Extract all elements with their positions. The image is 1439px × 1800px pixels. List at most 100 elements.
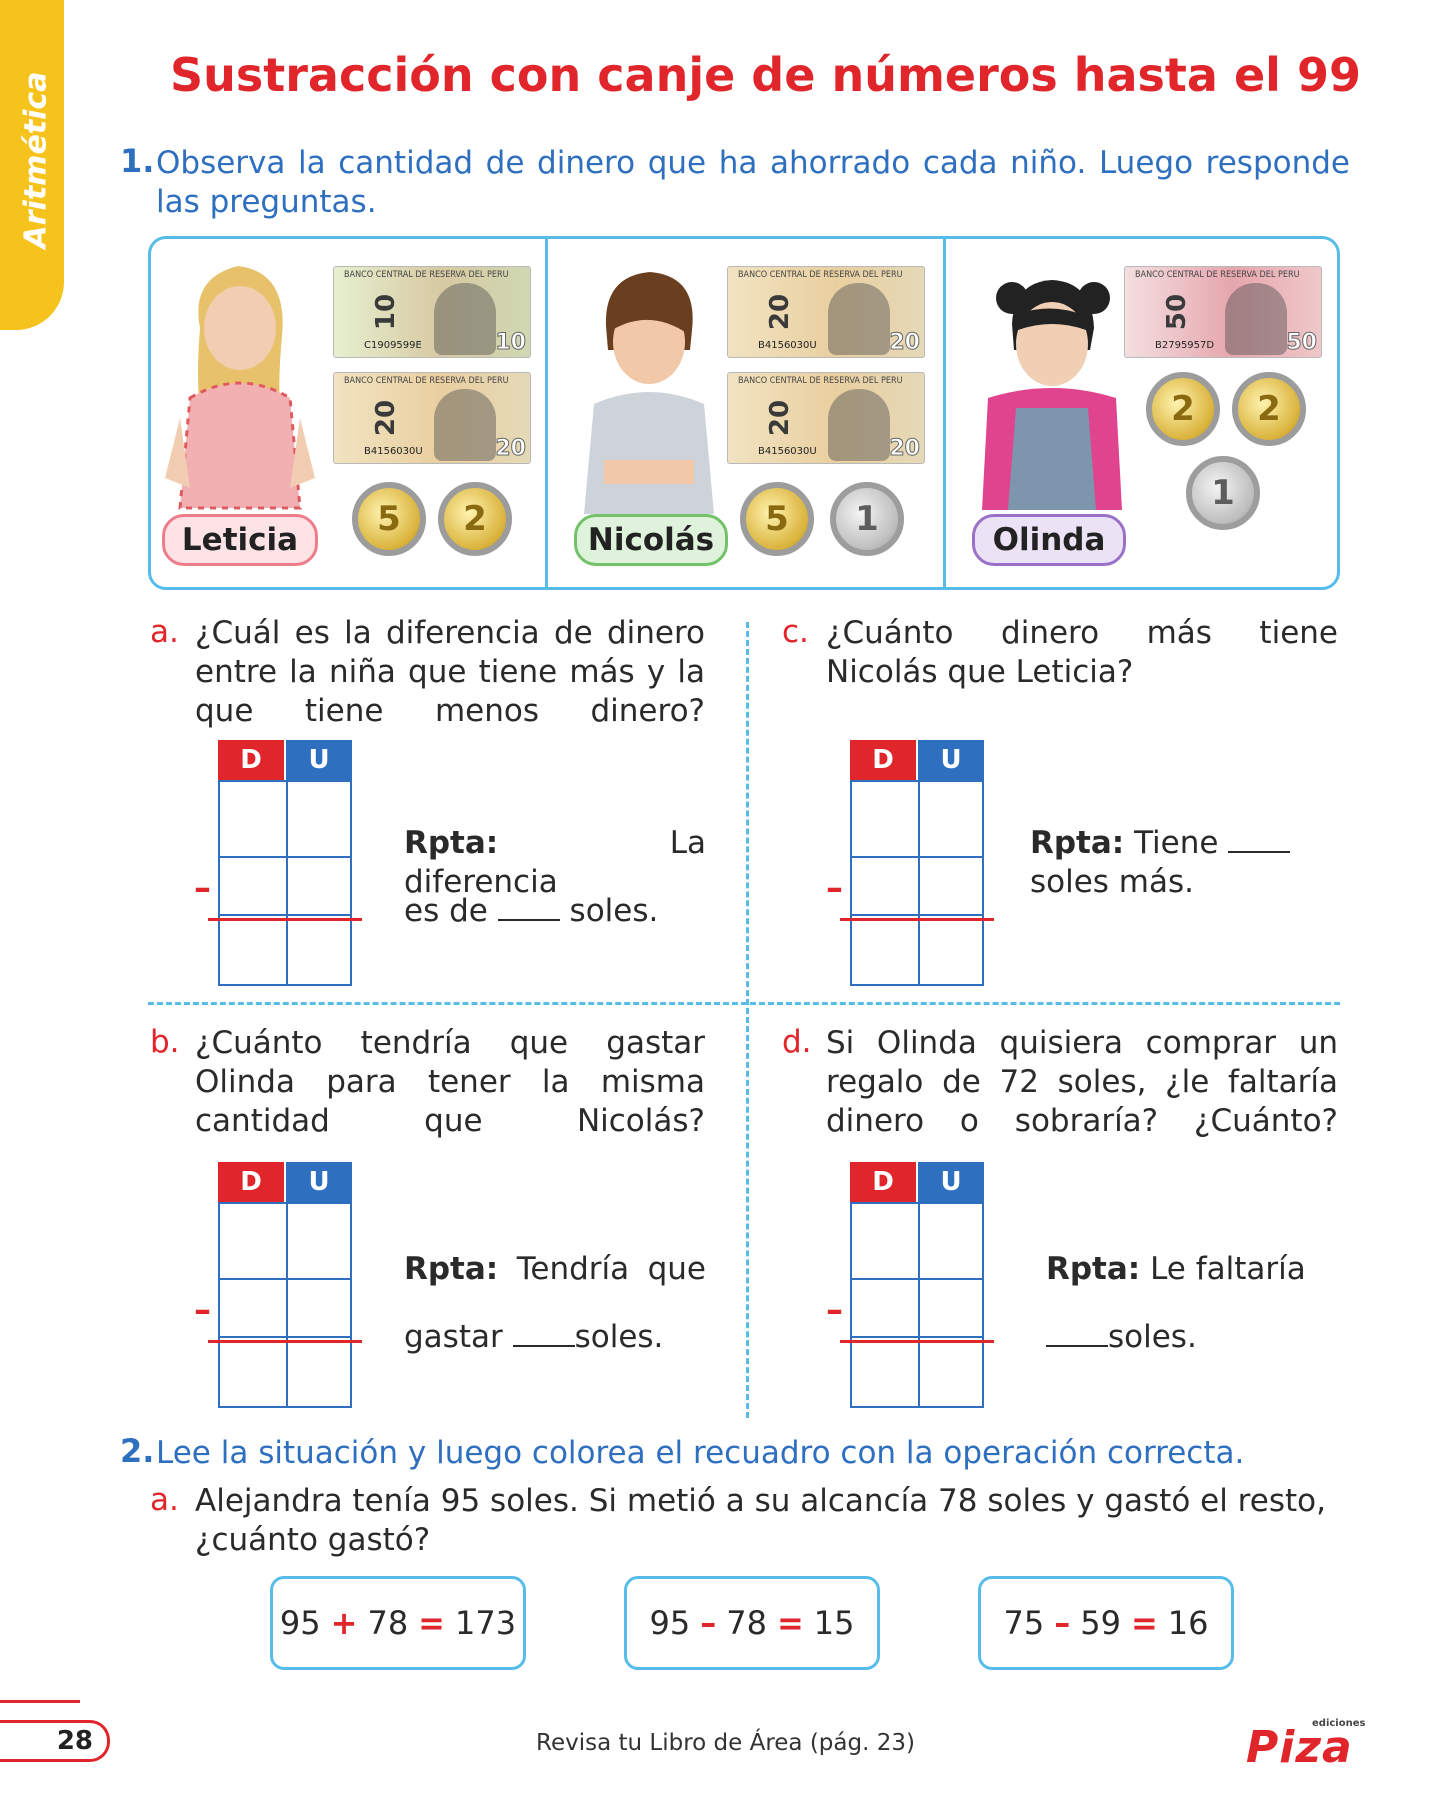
question-2a-text: Alejandra tenía 95 soles. Si metió a su … — [195, 1483, 1326, 1558]
tens-header: D — [218, 1162, 284, 1202]
tens-header: D — [850, 1162, 916, 1202]
bill-serial: B2795957D — [1155, 340, 1215, 351]
bill-corner-value: 10 — [495, 330, 527, 356]
bill-bank: BANCO CENTRAL DE RESERVA DEL PERU — [344, 270, 509, 280]
du-grid-c: D U — [850, 740, 984, 986]
question-text: Lee la situación y luego colorea el recu… — [156, 1435, 1245, 1471]
panel-divider — [943, 236, 946, 590]
bill-serial: B4156030U — [758, 446, 817, 457]
name-tag-olinda: Olinda — [972, 514, 1126, 566]
footer-reference: Revisa tu Libro de Área (pág. 23) — [536, 1730, 915, 1756]
tens-header: D — [850, 740, 916, 780]
question-b-letter: b. — [150, 1024, 180, 1060]
tens-header: D — [218, 740, 284, 780]
units-header: U — [286, 1162, 352, 1202]
minus-sign: – — [194, 1290, 211, 1330]
units-header: U — [918, 1162, 984, 1202]
operation-option-2[interactable]: 95–78 = 15 — [624, 1576, 880, 1670]
child-image-nicolas — [574, 264, 724, 524]
du-grid-b: D U — [218, 1162, 352, 1408]
name-tag-nicolas: Nicolás — [574, 514, 728, 566]
bill-value: 50 — [1162, 293, 1193, 331]
bill-corner-value: 20 — [889, 330, 921, 356]
bill-portrait — [828, 283, 890, 355]
answer-c: Rpta: Tiene soles más. — [1030, 824, 1340, 902]
bill-serial: B4156030U — [758, 340, 817, 351]
question-d-text: Si Olinda quisiera comprar un regalo de … — [826, 1025, 1338, 1139]
bill-20: BANCO CENTRAL DE RESERVA DEL PERU 20 B41… — [727, 266, 925, 358]
footer-line — [0, 1700, 80, 1703]
result-line — [208, 1340, 362, 1343]
answer-d-line2: soles. — [1046, 1318, 1340, 1357]
publisher-logo: Piza — [1246, 1722, 1353, 1773]
grid-body[interactable] — [218, 780, 352, 986]
bill-serial: C1909599E — [364, 340, 422, 351]
bill-bank: BANCO CENTRAL DE RESERVA DEL PERU — [738, 270, 903, 280]
bill-value: 20 — [765, 399, 796, 437]
bill-50: BANCO CENTRAL DE RESERVA DEL PERU 50 B27… — [1124, 266, 1322, 358]
bill-corner-value: 50 — [1286, 330, 1318, 356]
minus-sign: – — [194, 868, 211, 908]
bill-20: BANCO CENTRAL DE RESERVA DEL PERU 20 B41… — [727, 372, 925, 464]
page-title: Sustracción con canje de números hasta e… — [170, 48, 1361, 102]
minus-sign: – — [826, 1290, 843, 1330]
answer-label: Rpta: — [1046, 1251, 1141, 1287]
bill-bank: BANCO CENTRAL DE RESERVA DEL PERU — [344, 376, 509, 386]
answer-blank[interactable] — [497, 893, 560, 921]
question-number: 2. — [120, 1432, 155, 1470]
section-tab: Aritmética — [0, 0, 64, 330]
page-number: 28 — [0, 1720, 110, 1762]
coin-2: 2 — [1232, 372, 1306, 446]
bill-portrait — [434, 389, 496, 461]
question-c-text: ¿Cuánto dinero más tiene Nicolás que Let… — [826, 615, 1338, 690]
bill-corner-value: 20 — [495, 436, 527, 462]
publisher-logo-small: ediciones — [1312, 1718, 1366, 1729]
operation-option-1[interactable]: 95 +78 = 173 — [270, 1576, 526, 1670]
question-d-letter: d. — [782, 1024, 812, 1060]
answer-blank[interactable] — [512, 1319, 575, 1347]
bill-value: 20 — [765, 293, 796, 331]
name-tag-leticia: Leticia — [162, 514, 318, 566]
question-text: Observa la cantidad de dinero que ha aho… — [156, 145, 1350, 220]
answer-label: Rpta: — [1030, 825, 1125, 861]
bill-serial: B4156030U — [364, 446, 423, 457]
coin-1: 1 — [830, 482, 904, 556]
operation-option-3[interactable]: 75–59 = 16 — [978, 1576, 1234, 1670]
bill-value: 10 — [371, 293, 402, 331]
bill-20: BANCO CENTRAL DE RESERVA DEL PERU 20 B41… — [333, 372, 531, 464]
answer-a-line2: es de soles. — [404, 893, 659, 929]
child-image-leticia — [160, 258, 320, 528]
bill-portrait — [1225, 283, 1287, 355]
question-a-text: ¿Cuál es la diferencia de dinero entre l… — [195, 615, 705, 729]
coin-1: 1 — [1186, 456, 1260, 530]
grid-body[interactable] — [850, 780, 984, 986]
answer-b: Rpta: Tendría que — [404, 1251, 707, 1287]
panel-divider — [545, 236, 548, 590]
grid-body[interactable] — [218, 1202, 352, 1408]
du-grid-d: D U — [850, 1162, 984, 1408]
answer-d: Rpta: Le faltaría — [1046, 1251, 1306, 1287]
units-header: U — [286, 740, 352, 780]
question-b-text: ¿Cuánto tendría que gastar Olinda para t… — [195, 1025, 705, 1139]
bill-portrait — [434, 283, 496, 355]
coin-2: 2 — [438, 482, 512, 556]
answer-blank[interactable] — [1046, 1319, 1108, 1347]
question-a-letter: a. — [150, 614, 179, 650]
answer-label: Rpta: — [404, 1251, 499, 1287]
answer-label: Rpta: — [404, 825, 499, 861]
question-c-letter: c. — [782, 614, 809, 650]
question-number: 1. — [120, 142, 155, 180]
answer-blank[interactable] — [1228, 825, 1291, 853]
coin-5: 5 — [352, 482, 426, 556]
answer-b-line2: gastar soles. — [404, 1319, 664, 1355]
bill-10: BANCO CENTRAL DE RESERVA DEL PERU 10 C19… — [333, 266, 531, 358]
coin-5: 5 — [740, 482, 814, 556]
question-2a-letter: a. — [150, 1482, 179, 1518]
coin-2: 2 — [1146, 372, 1220, 446]
du-grid-a: D U — [218, 740, 352, 986]
bill-bank: BANCO CENTRAL DE RESERVA DEL PERU — [1135, 270, 1300, 280]
bill-bank: BANCO CENTRAL DE RESERVA DEL PERU — [738, 376, 903, 386]
section-tab-label: Aritmética — [18, 71, 54, 249]
grid-body[interactable] — [850, 1202, 984, 1408]
dashed-divider-vertical — [746, 622, 749, 1418]
